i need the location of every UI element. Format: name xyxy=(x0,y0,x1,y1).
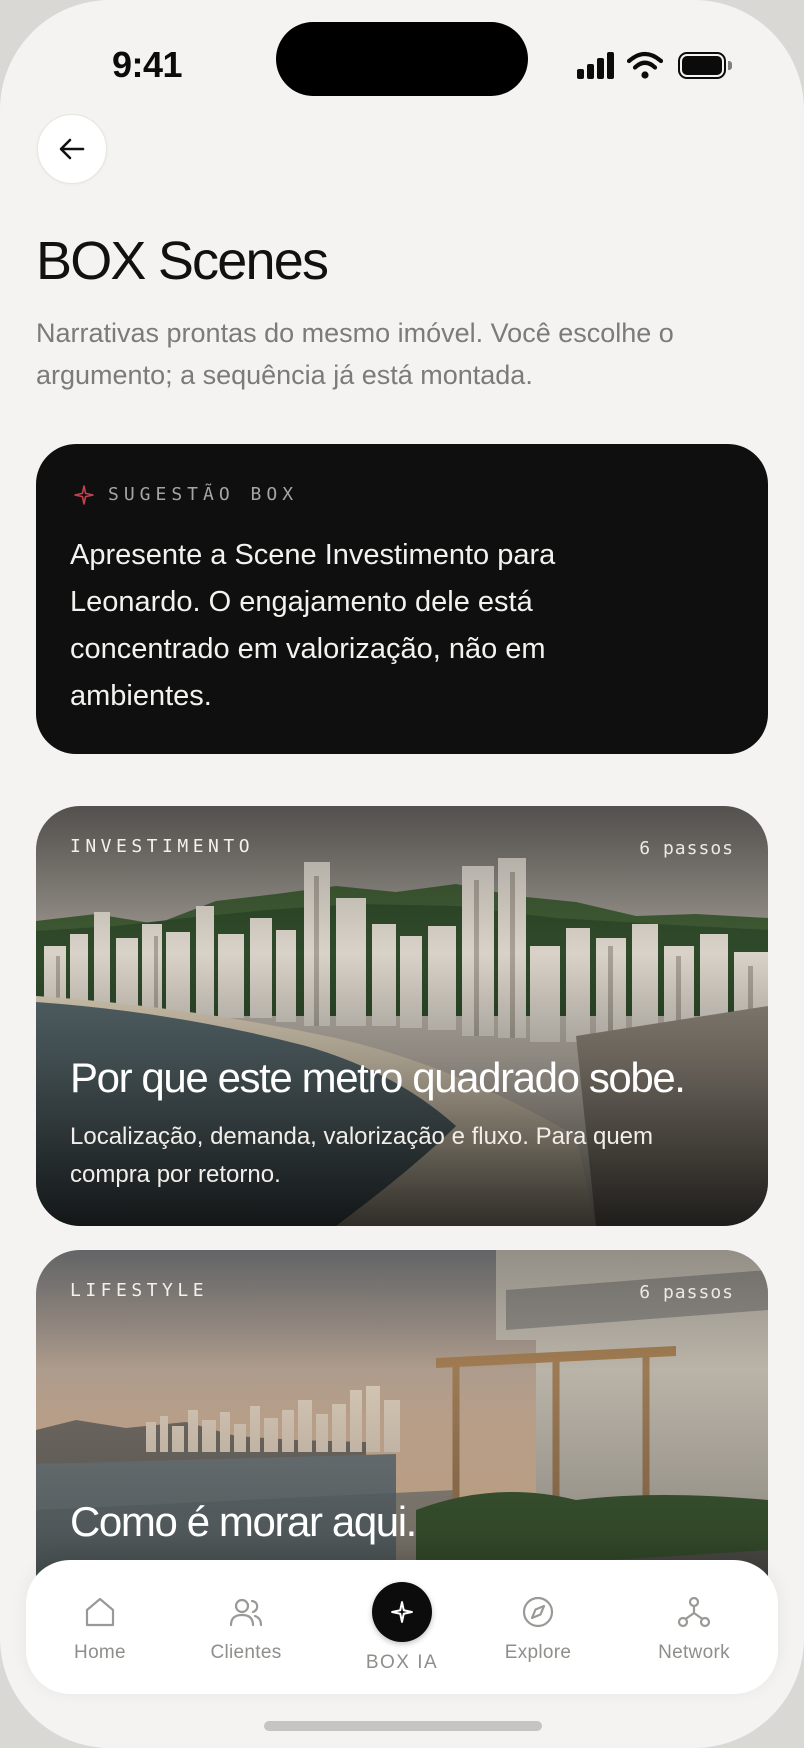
suggestion-text: Apresente a Scene Investimento para Leon… xyxy=(70,539,556,712)
sparkle-icon xyxy=(391,1601,413,1623)
dynamic-island xyxy=(276,22,528,96)
scene-tag: LIFESTYLE xyxy=(70,1280,209,1301)
arrow-left-icon xyxy=(59,138,85,160)
scene-tag: INVESTIMENTO xyxy=(70,836,255,857)
tab-label: Network xyxy=(658,1642,730,1663)
tab-explore[interactable]: Explore xyxy=(468,1560,608,1694)
tab-label: BOX IA xyxy=(365,1652,439,1673)
back-button[interactable] xyxy=(37,114,107,184)
home-indicator[interactable] xyxy=(264,1721,542,1731)
tab-clientes[interactable]: Clientes xyxy=(176,1560,316,1694)
home-icon xyxy=(85,1597,115,1627)
tab-label: Home xyxy=(74,1642,126,1663)
box-ia-button[interactable] xyxy=(372,1582,432,1642)
scene-card-investimento[interactable]: INVESTIMENTO 6 passos Por que este metro… xyxy=(36,806,768,1226)
wifi-icon xyxy=(627,51,663,79)
signal-icon xyxy=(577,52,615,79)
scene-title: Como é morar aqui. xyxy=(70,1498,417,1545)
suggestion-header: SUGESTÃO BOX xyxy=(74,484,298,505)
network-icon xyxy=(677,1596,711,1628)
page-title: BOX Scenes xyxy=(36,231,329,291)
page-subtitle: Narrativas prontas do mesmo imóvel. Você… xyxy=(36,318,674,390)
compass-icon xyxy=(522,1596,554,1628)
tab-bar: Home Clientes BOX IA Explore Network xyxy=(26,1560,778,1694)
sparkle-icon xyxy=(74,484,94,505)
scene-description: Localização, demanda, valorização e flux… xyxy=(70,1123,654,1188)
suggestion-card[interactable]: SUGESTÃO BOX Apresente a Scene Investime… xyxy=(36,444,768,754)
suggestion-label: SUGESTÃO BOX xyxy=(108,484,299,505)
tab-label: Clientes xyxy=(210,1642,282,1663)
tab-home[interactable]: Home xyxy=(30,1560,170,1694)
scene-title: Por que este metro quadrado sobe. xyxy=(70,1054,686,1101)
battery-icon xyxy=(678,52,732,79)
tab-network[interactable]: Network xyxy=(624,1560,764,1694)
users-icon xyxy=(229,1598,263,1627)
status-time: 9:41 xyxy=(112,44,183,85)
tab-box-ia[interactable]: BOX IA xyxy=(332,1560,472,1694)
scene-steps: 6 passos xyxy=(639,1282,734,1303)
tab-label: Explore xyxy=(504,1642,572,1663)
scene-steps: 6 passos xyxy=(639,838,734,859)
phone-screen: 9:41 BOX Scenes Narrativas prontas do me… xyxy=(0,0,804,1748)
